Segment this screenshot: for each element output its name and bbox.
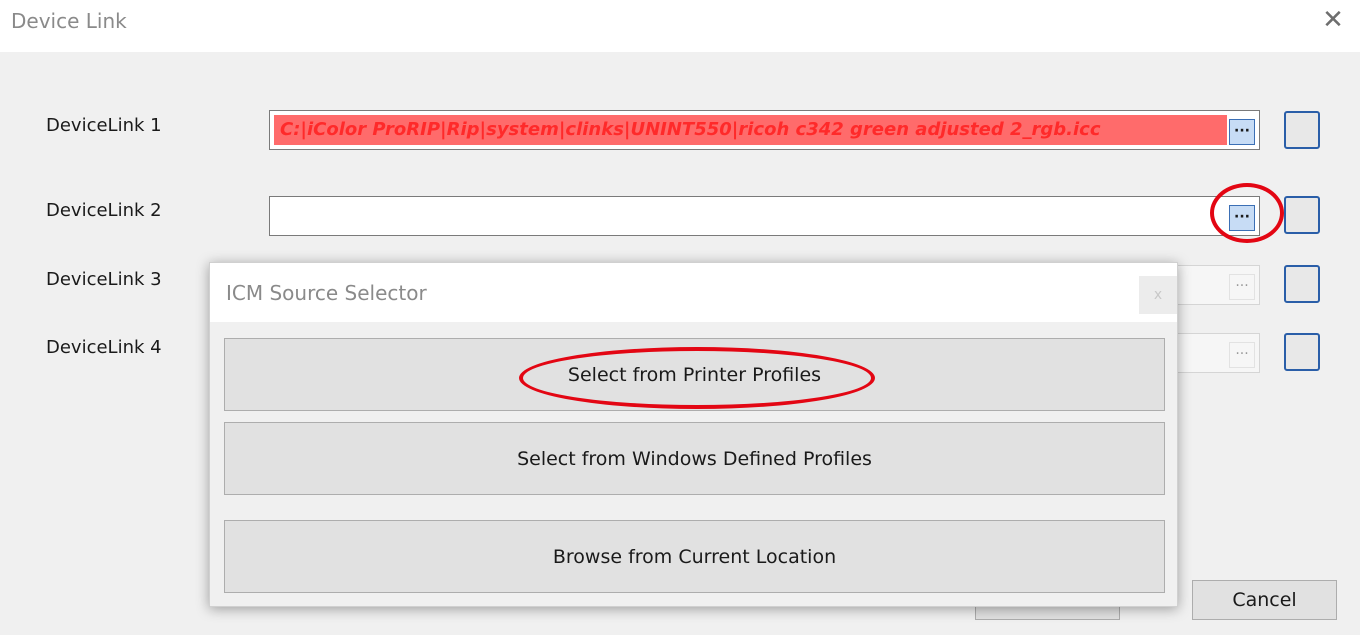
select-windows-profiles-button[interactable]: Select from Windows Defined Profiles [224,422,1165,495]
devicelink-1-path: C:|iColor ProRIP|Rip|system|clinks|UNINT… [274,115,1227,145]
select-printer-profiles-button[interactable]: Select from Printer Profiles [224,338,1165,411]
devicelink-3-toggle-button[interactable] [1284,265,1320,303]
devicelink-3-label: DeviceLink 3 [46,269,162,290]
devicelink-1-toggle-button[interactable] [1284,111,1320,149]
select-printer-profiles-label: Select from Printer Profiles [567,364,822,386]
close-icon[interactable]: ✕ [1319,6,1347,34]
browse-current-location-label: Browse from Current Location [552,546,837,568]
devicelink-4-browse-button[interactable]: ··· [1229,342,1255,368]
devicelink-4-label: DeviceLink 4 [46,337,162,358]
devicelink-2-browse-button[interactable]: ··· [1229,205,1255,231]
devicelink-2-toggle-button[interactable] [1284,196,1320,234]
icm-source-selector-popup: ICM Source Selector x Select from Printe… [209,262,1178,607]
devicelink-3-browse-button[interactable]: ··· [1229,274,1255,300]
popup-title-bar: ICM Source Selector x [210,263,1177,322]
popup-close-icon[interactable]: x [1139,276,1177,314]
browse-current-location-button[interactable]: Browse from Current Location [224,520,1165,593]
cancel-button[interactable]: Cancel [1192,580,1337,620]
window-title: Device Link [11,9,127,33]
title-bar: Device Link ✕ [0,0,1360,52]
devicelink-2-path [274,201,1227,231]
devicelink-2-label: DeviceLink 2 [46,200,162,221]
devicelink-2-field[interactable]: ··· [269,196,1260,236]
devicelink-4-toggle-button[interactable] [1284,333,1320,371]
devicelink-1-browse-button[interactable]: ··· [1229,119,1255,145]
device-link-dialog: Device Link ✕ DeviceLink 1 C:|iColor Pro… [0,0,1360,635]
devicelink-1-label: DeviceLink 1 [46,115,162,136]
select-windows-profiles-label: Select from Windows Defined Profiles [517,448,872,470]
devicelink-1-field[interactable]: C:|iColor ProRIP|Rip|system|clinks|UNINT… [269,110,1260,150]
popup-title: ICM Source Selector [226,281,427,305]
